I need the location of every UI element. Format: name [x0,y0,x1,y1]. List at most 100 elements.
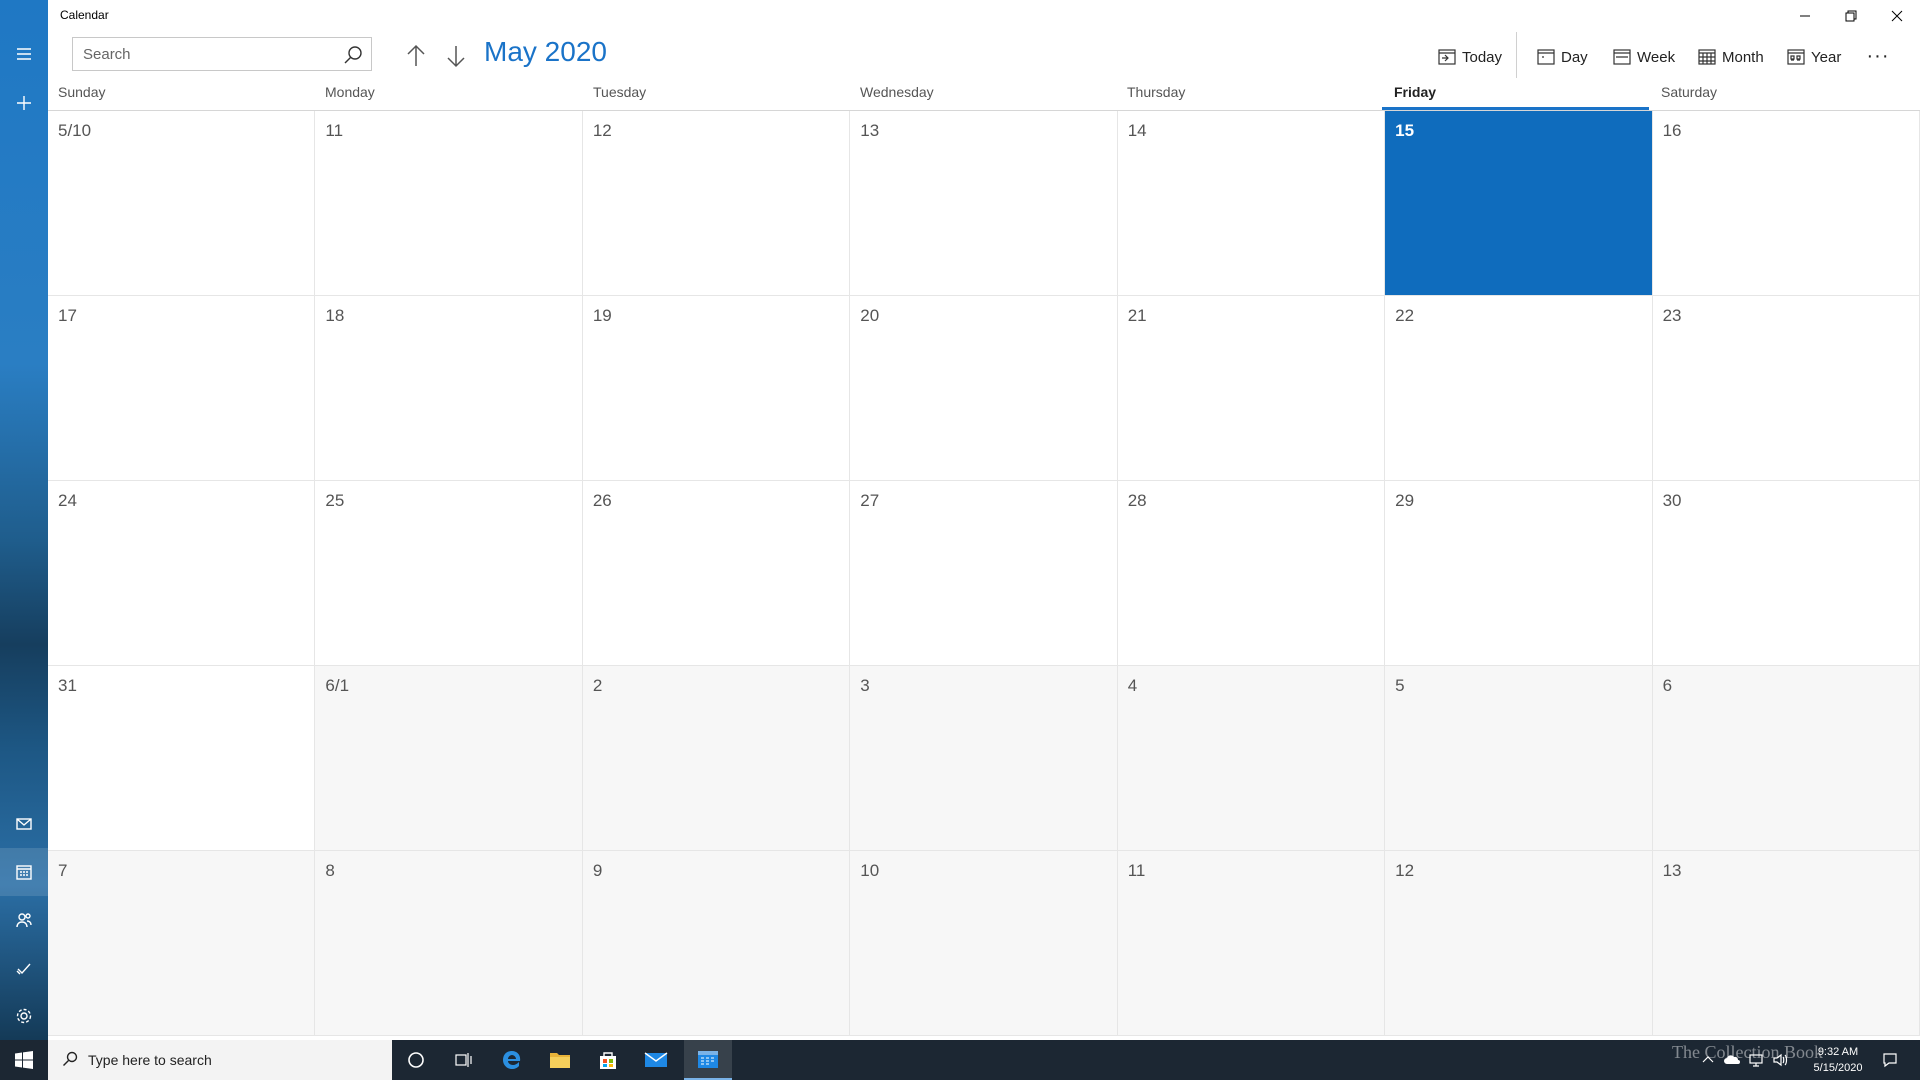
day-cell[interactable]: 25 [315,481,583,666]
minimize-icon [1800,15,1810,17]
search-input[interactable] [83,46,323,63]
month-view-label: Month [1722,48,1764,66]
day-cell[interactable]: 31 [48,666,316,851]
week-view-label: Week [1637,48,1676,66]
day-view-button[interactable]: Day [1537,44,1588,70]
month-title[interactable]: May 2020 [484,36,607,68]
day-cell[interactable]: 27 [850,481,1118,666]
year-view-button[interactable]: Year [1787,44,1841,70]
day-number: 26 [592,491,612,510]
edge-button[interactable] [488,1040,536,1080]
day-cell[interactable]: 2 [582,666,851,851]
calendar-button[interactable] [0,848,48,896]
day-cell[interactable]: 13 [850,111,1118,296]
edge-icon [503,1051,521,1069]
day-cell[interactable]: 14 [1117,111,1386,296]
day-cell[interactable]: 26 [582,481,851,666]
more-options-button[interactable]: ··· [1862,44,1894,68]
day-cell[interactable]: 18 [315,296,583,481]
cortana-button[interactable] [392,1040,440,1080]
day-number: 6/1 [325,676,350,695]
day-number: 23 [1662,306,1682,325]
todo-button[interactable] [0,944,48,992]
day-cell[interactable]: 5 [1385,666,1653,851]
mail-app-button[interactable] [632,1040,680,1080]
day-number: 4 [1127,676,1138,695]
day-cell[interactable]: 28 [1117,481,1386,666]
day-number: 9 [592,861,603,880]
clock-time: 9:32 AM [1817,1046,1859,1058]
day-cell[interactable]: 21 [1117,296,1386,481]
day-number: 11 [325,121,344,140]
restore-button[interactable] [1828,0,1874,32]
day-cell[interactable]: 29 [1385,481,1653,666]
day-cell[interactable]: 10 [850,851,1118,1036]
day-view-icon [1537,49,1555,65]
day-cell[interactable]: 17 [48,296,316,481]
day-cell[interactable]: 24 [48,481,316,666]
day-number: 12 [592,121,612,140]
day-cell[interactable]: 3 [850,666,1118,851]
network-icon[interactable] [1748,1052,1764,1068]
show-hidden-icons-icon[interactable] [1700,1052,1716,1068]
day-cell[interactable]: 6/1 [315,666,583,851]
day-cell[interactable]: 7 [48,851,316,1036]
volume-icon[interactable] [1772,1052,1788,1068]
store-button[interactable] [584,1040,632,1080]
task-view-button[interactable] [440,1040,488,1080]
search-box[interactable] [72,37,372,71]
restore-icon [1845,10,1857,22]
day-cell[interactable]: 22 [1385,296,1653,481]
action-center-icon[interactable] [1882,1052,1898,1068]
new-event-button[interactable] [0,79,48,127]
mail-app-icon [644,1052,668,1067]
day-cell[interactable]: 23 [1652,296,1920,481]
previous-month-button[interactable] [400,40,432,72]
today-button[interactable]: Today [1438,44,1502,70]
day-cell[interactable]: 16 [1652,111,1920,296]
week-view-button[interactable]: Week [1613,44,1675,70]
file-explorer-button[interactable] [536,1040,584,1080]
month-grid: 5/10 11 12 13 14 15 16 17 18 19 20 21 22 23 24 25 26 27 28… [48,111,1920,1036]
taskbar: Type here to search The Collection Book … [0,1040,1920,1080]
day-cell[interactable]: 19 [582,296,851,481]
day-cell-today[interactable]: 15 [1385,111,1653,296]
day-number: 11 [1127,861,1146,880]
day-number: 24 [58,491,77,510]
day-cell[interactable]: 9 [582,851,851,1036]
search-icon[interactable] [343,45,363,65]
day-cell[interactable]: 4 [1117,666,1386,851]
hamburger-menu-button[interactable] [0,30,48,78]
day-header-tuesday: Tuesday [593,84,647,100]
day-view-label: Day [1561,48,1588,66]
calendar-app-button[interactable] [684,1040,732,1080]
mail-button[interactable] [0,800,48,848]
system-clock[interactable]: 9:32 AM 5/15/2020 [1798,1044,1878,1076]
month-view-button[interactable]: Month [1698,44,1764,70]
taskbar-search-icon [62,1051,78,1072]
people-icon [16,913,32,928]
day-cell[interactable]: 20 [850,296,1118,481]
taskbar-search-box[interactable]: Type here to search [48,1040,392,1080]
day-cell[interactable]: 11 [315,111,583,296]
day-cell[interactable]: 13 [1652,851,1920,1036]
day-cell[interactable]: 8 [315,851,583,1036]
day-cell[interactable]: 5/10 [48,111,316,296]
minimize-button[interactable] [1782,0,1828,32]
day-cell[interactable]: 12 [1385,851,1653,1036]
day-number: 19 [592,306,612,325]
day-cell[interactable]: 6 [1652,666,1920,851]
day-cell[interactable]: 11 [1117,851,1386,1036]
day-cell[interactable]: 12 [582,111,851,296]
people-button[interactable] [0,896,48,944]
settings-button[interactable] [0,992,48,1040]
week-view-icon [1613,49,1631,65]
year-view-label: Year [1811,48,1842,66]
arrow-down-icon [447,46,465,68]
onedrive-icon[interactable] [1724,1052,1740,1068]
calendar-app-icon [698,1051,718,1068]
next-month-button[interactable] [440,40,472,72]
day-cell[interactable]: 30 [1652,481,1920,666]
start-button[interactable] [0,1040,48,1080]
close-button[interactable] [1874,0,1920,32]
